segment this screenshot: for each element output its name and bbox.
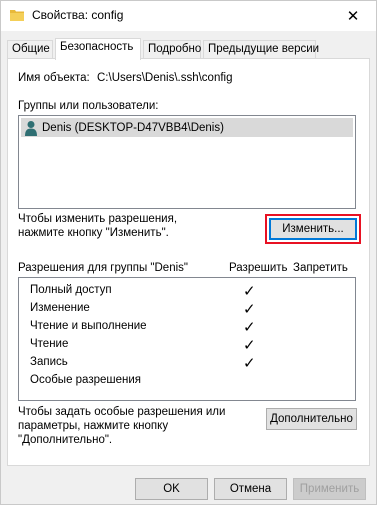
advanced-button[interactable]: Дополнительно <box>266 408 357 430</box>
permission-name: Особые разрешения <box>30 374 142 386</box>
user-icon <box>25 120 37 136</box>
permission-name: Запись <box>30 356 68 368</box>
close-icon[interactable]: ✕ <box>330 1 376 31</box>
change-hint-line1: Чтобы изменить разрешения, <box>18 213 178 225</box>
tab-previous-versions[interactable]: Предыдущие версии <box>203 40 319 59</box>
permissions-list: Полный доступ ✓ Изменение ✓ Чтение и вып… <box>18 277 356 401</box>
user-name: Denis (DESKTOP-D47VBB4\Denis) <box>42 121 224 134</box>
change-button[interactable]: Изменить... <box>269 218 357 240</box>
permission-name: Чтение <box>30 338 69 350</box>
allow-check-icon: ✓ <box>243 283 256 300</box>
folder-icon <box>10 10 24 21</box>
allow-check-icon: ✓ <box>243 355 256 372</box>
special-hint-line2: параметры, нажмите кнопку <box>18 420 169 432</box>
tab-security[interactable]: Безопасность <box>55 38 141 60</box>
permissions-for-label: Разрешения для группы "Denis" <box>18 262 188 274</box>
permission-row: Полный доступ ✓ <box>19 282 355 300</box>
permission-name: Полный доступ <box>30 284 112 296</box>
allow-check-icon: ✓ <box>243 319 256 336</box>
users-listbox[interactable]: Denis (DESKTOP-D47VBB4\Denis) <box>18 115 356 209</box>
properties-dialog: Свойства: config ✕ Общие Безопасность По… <box>0 0 377 505</box>
permission-name: Изменение <box>30 302 90 314</box>
ok-button[interactable]: OK <box>135 478 208 500</box>
permission-name: Чтение и выполнение <box>30 320 147 332</box>
permission-row: Особые разрешения <box>19 372 355 390</box>
allow-check-icon: ✓ <box>243 337 256 354</box>
special-hint-line1: Чтобы задать особые разрешения или <box>18 406 226 418</box>
change-hint-line2: нажмите кнопку "Изменить". <box>18 227 169 239</box>
dialog-footer: OK Отмена Применить <box>1 466 376 504</box>
object-name-label: Имя объекта: <box>18 72 90 84</box>
window-title: Свойства: config <box>32 8 124 22</box>
permission-row: Запись ✓ <box>19 354 355 372</box>
permission-row: Чтение ✓ <box>19 336 355 354</box>
tab-details[interactable]: Подробно <box>143 40 201 59</box>
permission-row: Изменение ✓ <box>19 300 355 318</box>
special-hint-line3: "Дополнительно". <box>18 434 113 446</box>
permission-row: Чтение и выполнение ✓ <box>19 318 355 336</box>
tab-general[interactable]: Общие <box>7 40 53 59</box>
allow-check-icon: ✓ <box>243 301 256 318</box>
groups-label: Группы или пользователи: <box>18 100 159 112</box>
list-item-user[interactable]: Denis (DESKTOP-D47VBB4\Denis) <box>21 118 353 137</box>
cancel-button[interactable]: Отмена <box>214 478 287 500</box>
apply-button[interactable]: Применить <box>293 478 366 500</box>
allow-column-header: Разрешить <box>229 262 288 274</box>
title-bar: Свойства: config ✕ <box>1 1 376 31</box>
deny-column-header: Запретить <box>293 262 348 274</box>
security-panel: Имя объекта: C:\Users\Denis\.ssh\config … <box>7 58 370 466</box>
object-path: C:\Users\Denis\.ssh\config <box>97 72 233 84</box>
